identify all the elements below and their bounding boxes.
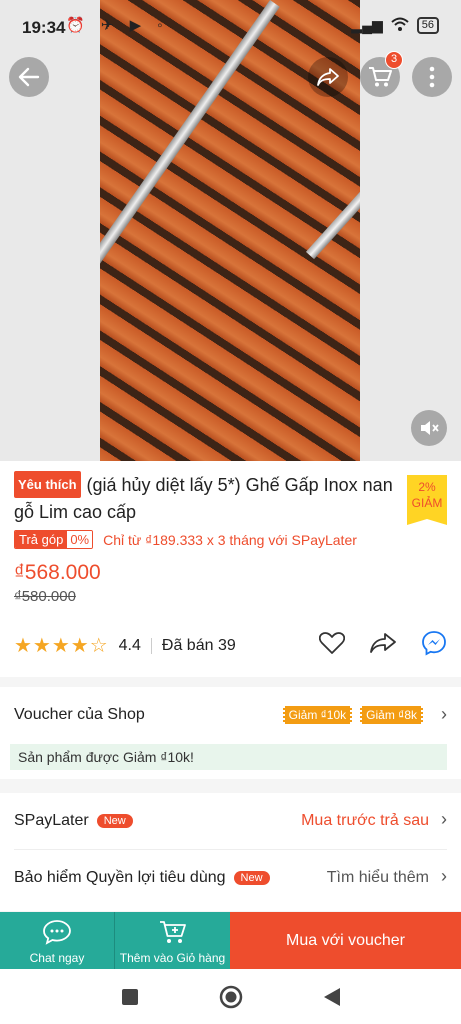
messenger-button[interactable]	[421, 630, 447, 661]
chat-now-button[interactable]: Chat ngay	[0, 912, 115, 969]
voucher-tag: Giảm ₫8k	[360, 706, 423, 724]
back-nav-icon[interactable]	[323, 987, 341, 1007]
favorite-badge: Yêu thích	[14, 471, 81, 498]
status-notification-icons: ⏰ ✈ ▶ ◦	[66, 17, 169, 34]
cart-button[interactable]: 3	[360, 51, 403, 97]
installment-badge: Trả góp 0%	[14, 530, 94, 549]
chat-icon	[43, 920, 71, 945]
discount-badge: 2% GIẢM	[407, 475, 447, 525]
discount-label: GIẢM	[411, 496, 443, 510]
spaylater-action: Mua trước trả sau	[301, 812, 429, 829]
arrow-left-icon	[18, 67, 40, 87]
status-time: 19:34	[22, 18, 66, 37]
rating-value: 4.4	[118, 636, 141, 654]
share-product-button[interactable]	[369, 632, 397, 659]
discount-percent: 2%	[418, 480, 436, 494]
installment-text: Chỉ từ ₫189.333 x 3 tháng với SPayLater	[103, 531, 357, 548]
voucher-label: Voucher của Shop	[14, 706, 145, 723]
rating-row[interactable]: ★★★★☆ 4.4 Đã bán 39	[14, 633, 236, 658]
buy-with-voucher-button[interactable]: Mua với voucher	[230, 912, 461, 969]
installment-rate: 0%	[67, 531, 93, 548]
recent-apps-icon[interactable]	[121, 988, 139, 1006]
share-button[interactable]	[308, 57, 348, 97]
chevron-right-icon: ›	[441, 866, 447, 886]
bottom-action-bar: Chat ngay Thêm vào Giỏ hàng Mua với vouc…	[0, 912, 461, 969]
like-button[interactable]	[318, 631, 346, 660]
product-page: 19:34 ⏰ ✈ ▶ ◦ ▂▄▆ 56 3 Yêu thích (giá hủy…	[0, 0, 461, 1024]
wifi-icon	[391, 17, 409, 34]
installment-label: Trả góp	[15, 531, 68, 548]
voucher-note: Sản phẩm được Giảm ₫10k!	[10, 744, 447, 770]
voucher-tags: Giảm ₫10k Giảm ₫8k	[282, 706, 423, 724]
heart-icon	[318, 632, 346, 654]
spaylater-label: SPayLater	[14, 812, 89, 829]
product-old-price: ₫580.000	[14, 588, 76, 605]
chevron-right-icon: ›	[441, 704, 447, 724]
add-to-cart-button[interactable]: Thêm vào Giỏ hàng	[115, 912, 230, 969]
home-icon[interactable]	[219, 985, 243, 1009]
rating-stars: ★★★★☆	[14, 635, 109, 657]
product-info: Yêu thích (giá hủy diệt lấy 5*) Ghế Gấp I…	[0, 461, 461, 677]
cart-icon	[369, 67, 392, 87]
spaylater-row[interactable]: SPayLater New Mua trước trả sau ›	[0, 793, 461, 849]
battery-icon: 56	[416, 17, 439, 34]
sold-count: Đã bán 39	[161, 636, 236, 654]
volume-mute-icon	[421, 421, 439, 435]
share-icon	[370, 633, 396, 653]
share-icon	[317, 68, 339, 86]
add-cart-icon	[159, 921, 186, 943]
insurance-action: Tìm hiểu thêm	[326, 869, 429, 886]
mute-button[interactable]	[411, 410, 447, 446]
back-button[interactable]	[9, 57, 49, 97]
messenger-icon	[422, 631, 446, 656]
product-price: ₫568.000	[14, 561, 101, 584]
cart-count-badge: 3	[385, 51, 403, 69]
installment-row[interactable]: Trả góp 0% Chỉ từ ₫189.333 x 3 tháng với…	[14, 530, 357, 549]
new-badge: New	[233, 871, 270, 885]
shop-voucher-section[interactable]: Voucher của Shop Giảm ₫10k Giảm ₫8k › Sả…	[0, 687, 461, 779]
signal-icon: ▂▄▆	[351, 17, 383, 33]
insurance-label: Bảo hiểm Quyền lợi tiêu dùng	[14, 869, 226, 886]
voucher-tag: Giảm ₫10k	[282, 706, 353, 724]
chat-now-label: Chat ngay	[29, 951, 85, 965]
system-nav-bar	[0, 969, 461, 1024]
more-options-button[interactable]	[412, 57, 452, 97]
services-section: SPayLater New Mua trước trả sau › Bảo hiể…	[0, 793, 461, 911]
new-badge: New	[96, 814, 133, 828]
chevron-right-icon: ›	[441, 809, 447, 829]
insurance-row[interactable]: Bảo hiểm Quyền lợi tiêu dùng New Tìm hiểu…	[0, 850, 461, 906]
more-vertical-icon	[429, 66, 435, 88]
add-to-cart-label: Thêm vào Giỏ hàng	[119, 951, 226, 965]
product-actions	[318, 630, 447, 661]
status-bar: 19:34 ⏰ ✈ ▶ ◦ ▂▄▆ 56	[0, 0, 461, 56]
product-title: Yêu thích (giá hủy diệt lấy 5*) Ghế Gấp I…	[14, 471, 398, 525]
